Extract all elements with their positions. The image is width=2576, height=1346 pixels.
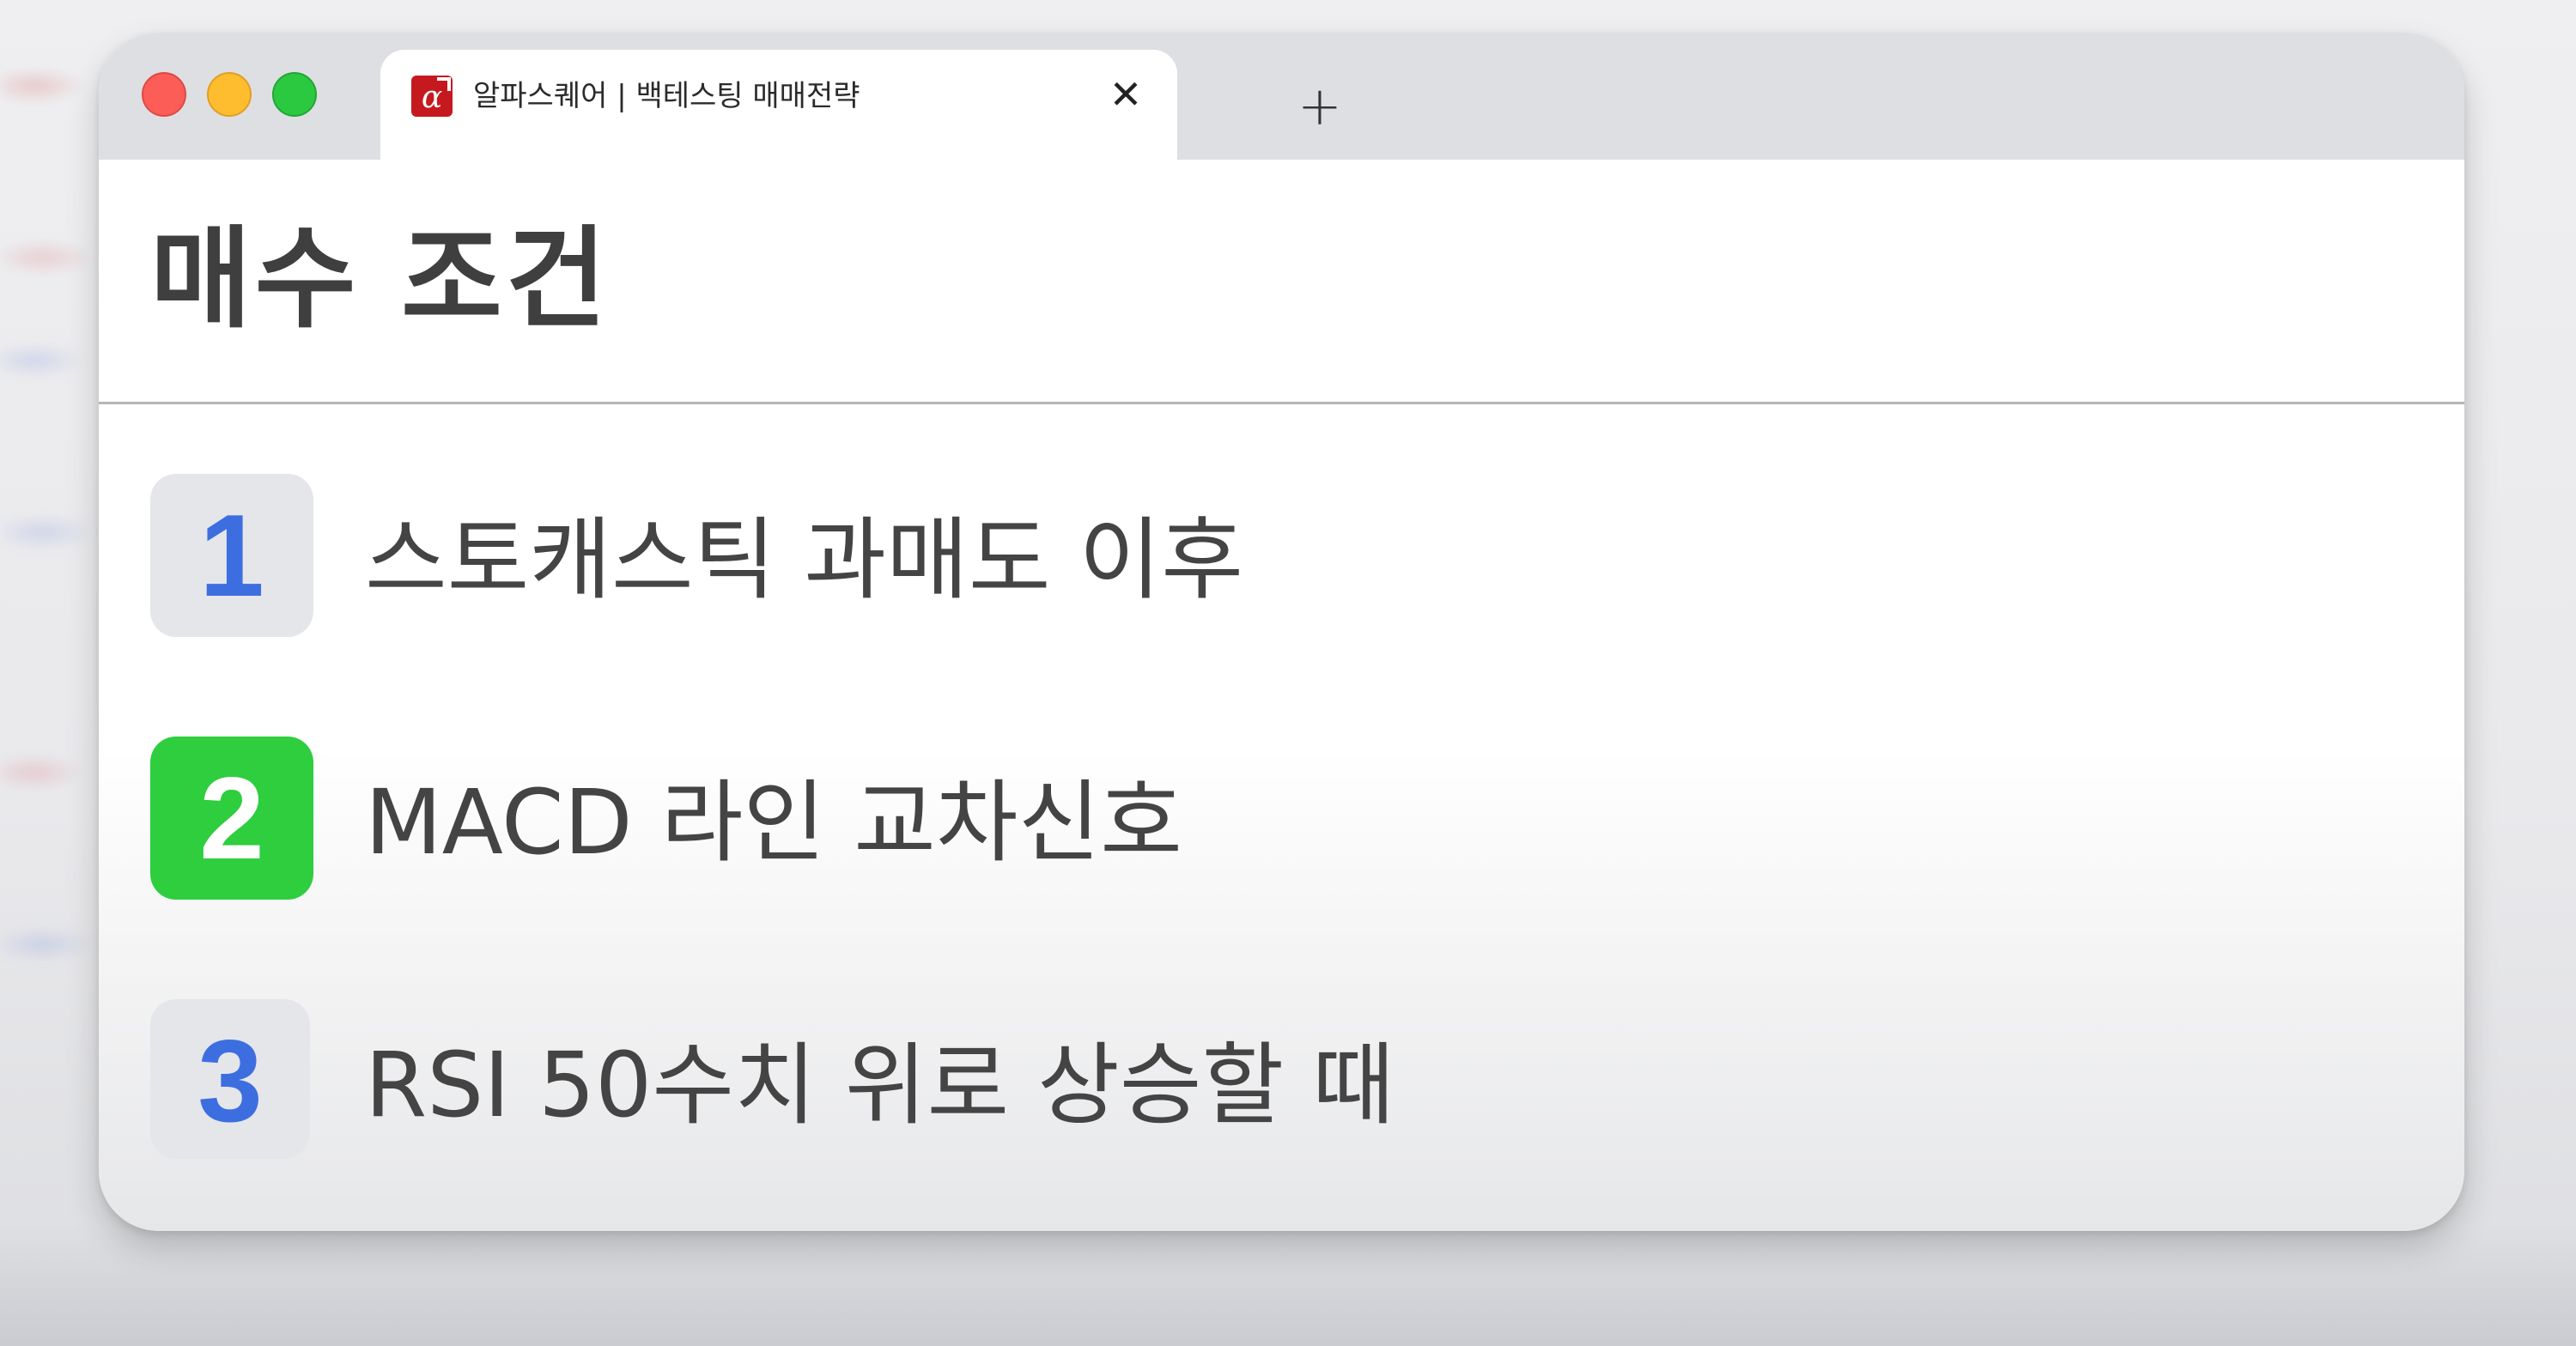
browser-titlebar: α 알파스퀘어 | 백테스팅 매매전략 ✕ + — [99, 33, 2464, 170]
minimize-window-button[interactable] — [207, 72, 252, 117]
condition-text-1: 스토캐스틱 과매도 이후 — [365, 507, 1243, 612]
divider — [99, 402, 2464, 404]
number-badge-2: 2 — [150, 737, 313, 900]
number-badge-3: 3 — [150, 999, 310, 1159]
background-bottom — [0, 1226, 2576, 1346]
alphasquare-logo-icon: α — [411, 76, 453, 117]
favicon-arrow-icon — [437, 77, 451, 91]
tab-title: 알파스퀘어 | 백테스팅 매매전략 — [473, 79, 860, 113]
maximize-window-button[interactable] — [272, 72, 317, 117]
number-badge-1: 1 — [150, 474, 313, 637]
close-window-button[interactable] — [142, 72, 186, 117]
condition-text-3: RSI 50수치 위로 상승할 때 — [365, 1033, 1394, 1137]
condition-text-2: MACD 라인 교차신호 — [365, 770, 1182, 875]
condition-item-2: 2 MACD 라인 교차신호 — [150, 737, 2297, 900]
condition-item-1: 1 스토캐스틱 과매도 이후 — [150, 474, 2297, 637]
tab-close-icon[interactable]: ✕ — [1102, 70, 1150, 118]
page-title: 매수 조건 — [150, 215, 611, 343]
browser-window: α 알파스퀘어 | 백테스팅 매매전략 ✕ + 매수 조건 1 스토캐스틱 과매… — [99, 33, 2464, 1231]
condition-item-3: 3 RSI 50수치 위로 상승할 때 — [150, 999, 2297, 1162]
browser-tab[interactable]: α 알파스퀘어 | 백테스팅 매매전략 ✕ — [380, 50, 1177, 170]
new-tab-icon[interactable]: + — [1294, 80, 1346, 134]
page-content: 매수 조건 1 스토캐스틱 과매도 이후 2 MACD 라인 교차신호 3 RS… — [99, 160, 2464, 1231]
